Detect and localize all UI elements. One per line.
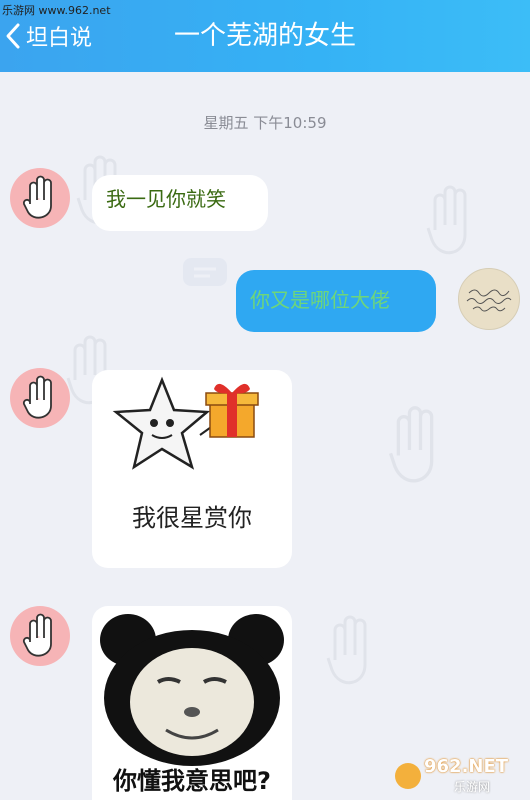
chat-title: 一个芜湖的女生 <box>173 21 356 51</box>
site-watermark: 乐游网 www.962.net <box>2 4 111 17</box>
panda-meme-sticker-icon <box>100 614 284 766</box>
sender-avatar[interactable] <box>10 606 70 666</box>
site-logo-watermark: 962.NET 乐游网 <box>394 756 524 796</box>
sender-avatar[interactable] <box>10 168 70 228</box>
message-text: 你又是哪位大佬 <box>250 288 390 312</box>
user-avatar[interactable] <box>458 268 520 330</box>
sticker-caption: 我很星赏你 <box>132 504 252 532</box>
hand-gesture-icon <box>22 175 52 219</box>
bg-hand-icon <box>388 406 434 483</box>
message-bubble-outgoing[interactable]: 你又是哪位大佬 <box>236 270 436 332</box>
bg-chat-icon <box>183 258 227 286</box>
logo-sub-text: 乐游网 <box>454 780 491 794</box>
sticker-message-panda[interactable]: 你懂我意思吧? <box>92 606 292 800</box>
bg-hand-icon <box>326 615 367 685</box>
handwriting-avatar-icon <box>466 289 512 312</box>
hand-gesture-icon <box>22 613 52 657</box>
bg-hand-icon <box>426 185 467 255</box>
message-bubble-incoming[interactable]: 我一见你就笑 <box>92 175 268 231</box>
sticker-caption: 你懂我意思吧? <box>113 767 271 795</box>
message-text: 我一见你就笑 <box>106 187 226 211</box>
sticker-message-star[interactable]: 我很星赏你 <box>92 370 292 568</box>
sender-avatar[interactable] <box>10 368 70 428</box>
hand-gesture-icon <box>22 375 52 419</box>
star-gift-sticker-icon <box>112 376 259 470</box>
logo-brand-text: 962.NET <box>424 756 509 777</box>
message-timestamp: 星期五 下午10:59 <box>203 114 327 132</box>
